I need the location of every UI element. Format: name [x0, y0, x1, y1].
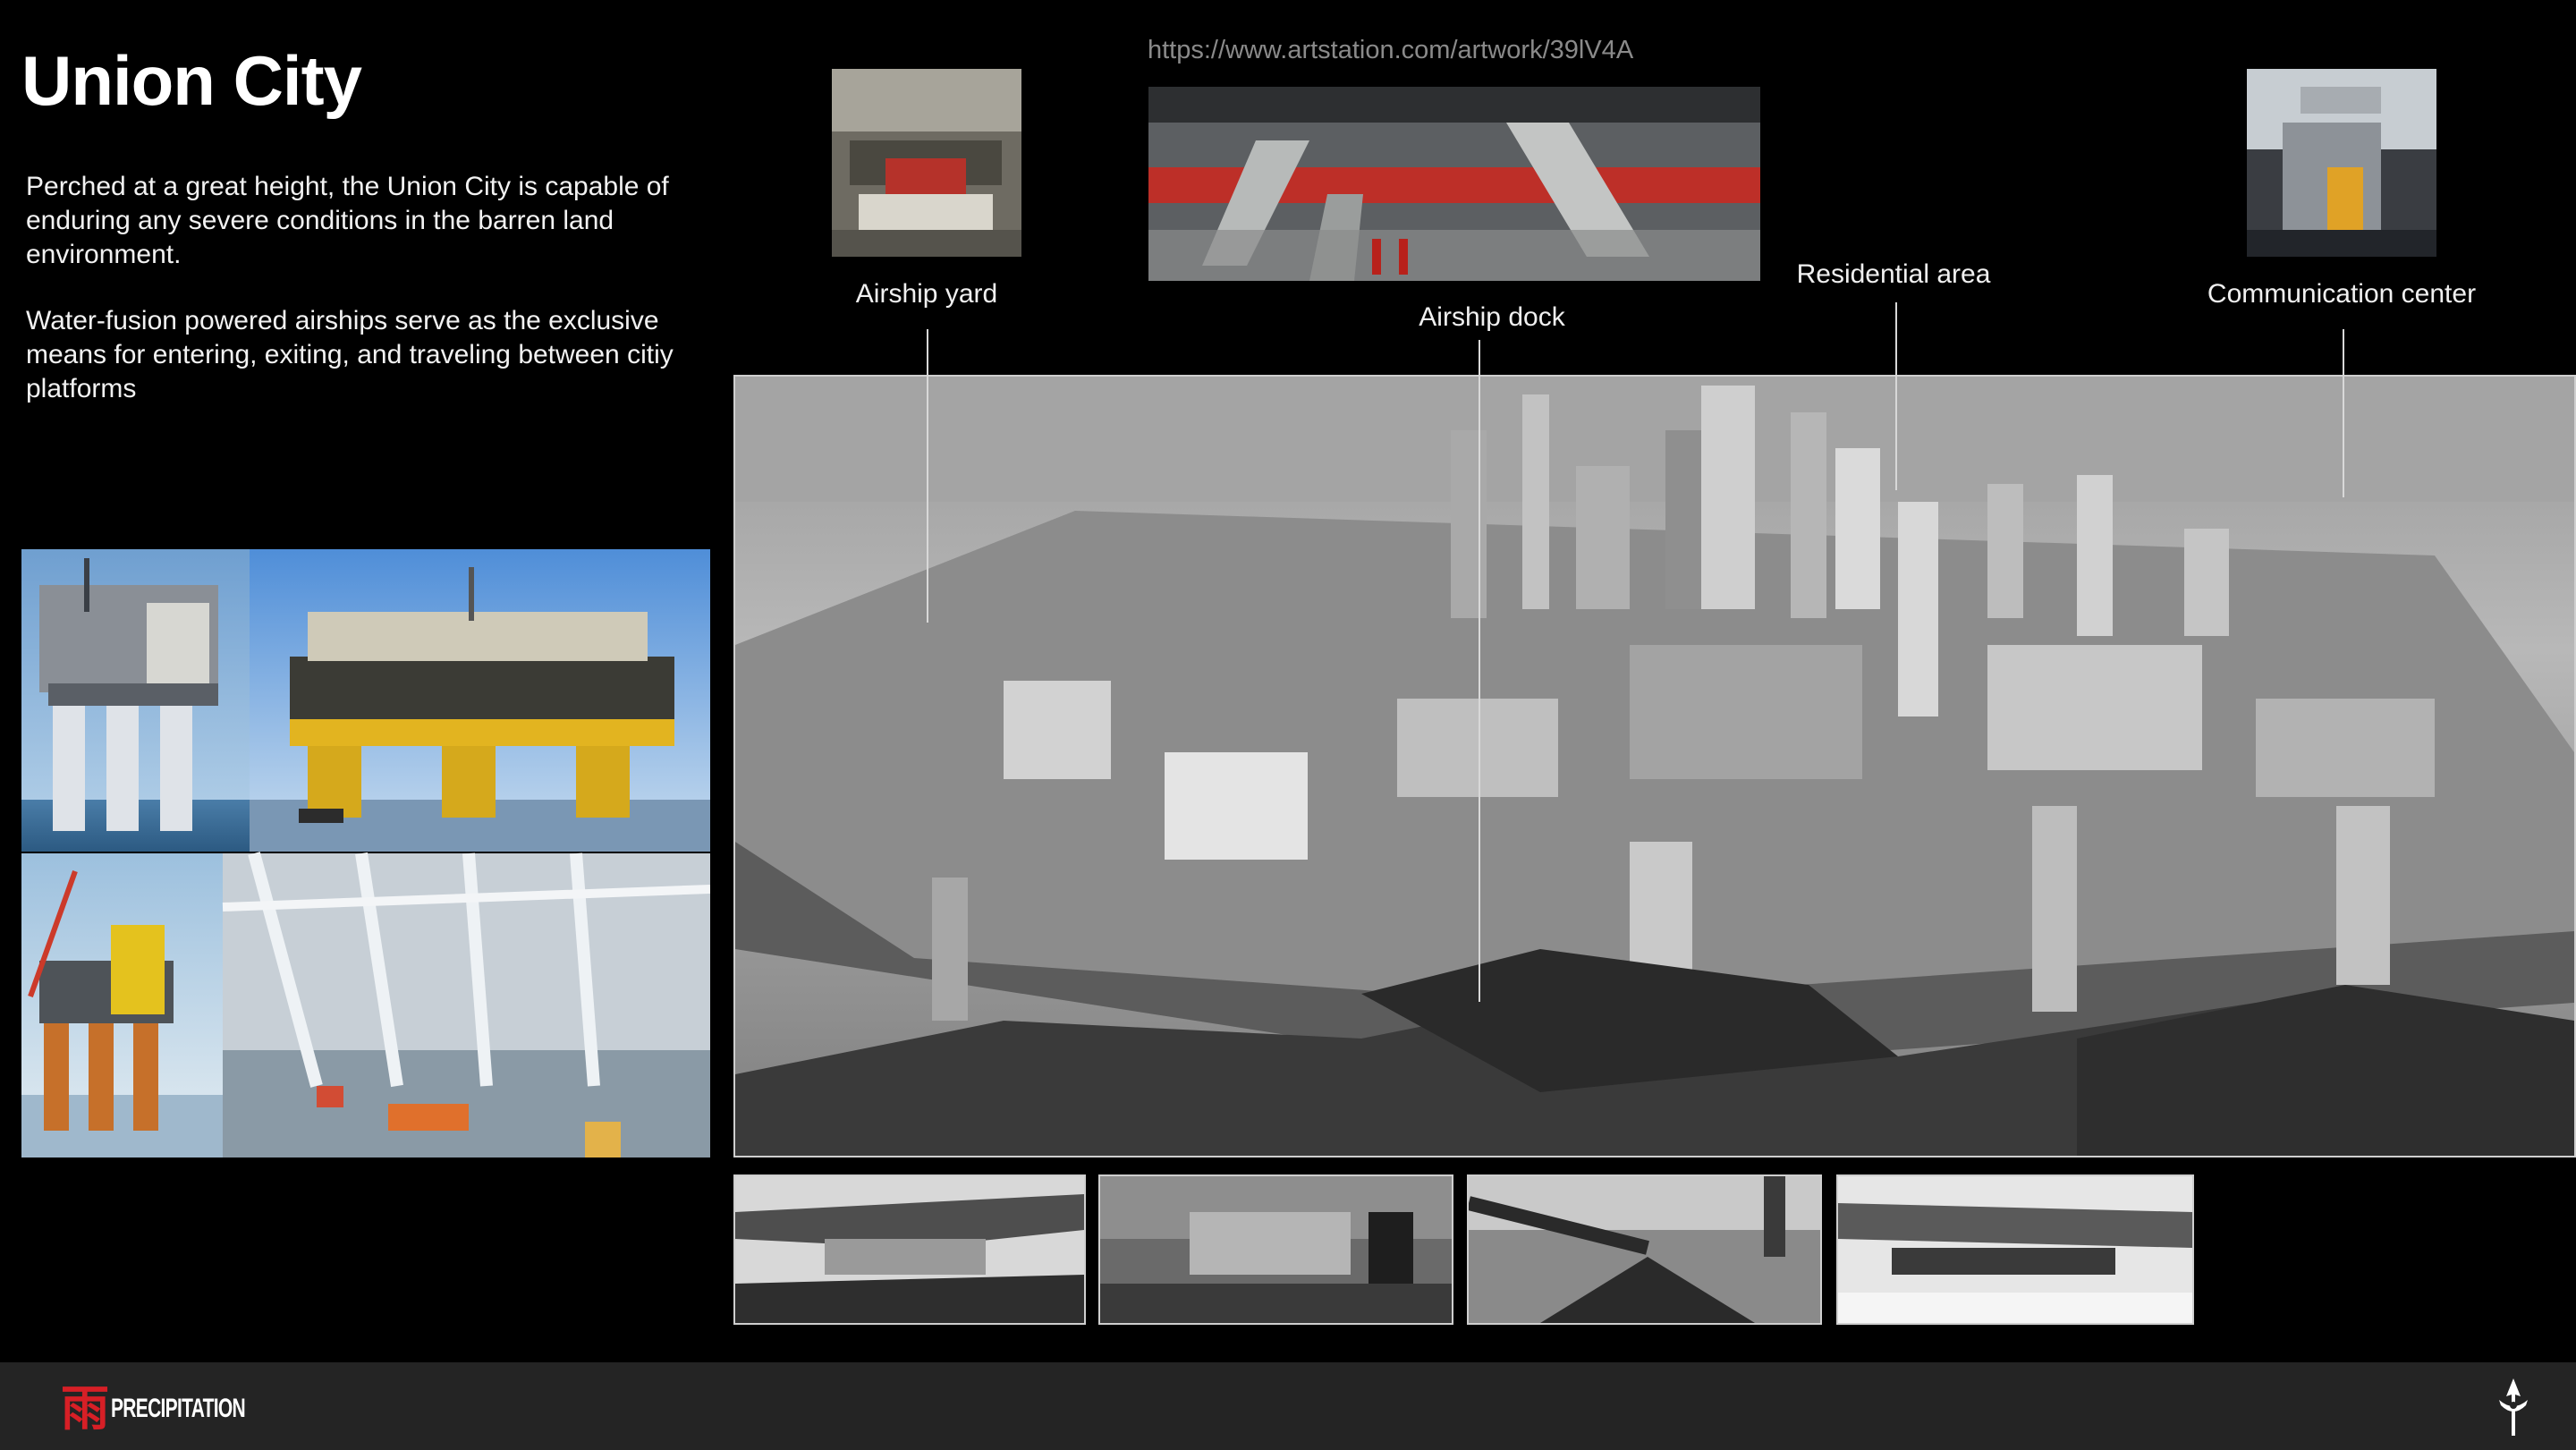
callout-label-airship-dock: Airship dock — [1419, 302, 1565, 332]
callout-label-communication-center: Communication center — [2207, 279, 2477, 309]
callout-line-communication-center — [2343, 329, 2344, 497]
port-crane-photo — [222, 852, 711, 1157]
platform-photo-3 — [21, 853, 223, 1157]
city-render-image — [735, 377, 2574, 1156]
communication-center-thumbnail — [2247, 69, 2436, 257]
platform-photo-2 — [250, 549, 710, 852]
precipitation-logo: 雨 PRECIPITATION — [61, 1382, 302, 1436]
source-url-link[interactable]: https://www.artstation.com/artwork/39lV4… — [1148, 36, 1633, 65]
precipitation-logo-text: PRECIPITATION — [111, 1394, 246, 1423]
callout-label-airship-yard: Airship yard — [855, 279, 998, 309]
reference-collage — [21, 549, 711, 1157]
airship-dock-thumbnail — [1148, 87, 1760, 281]
sketch-thumbnail-4 — [1836, 1174, 2194, 1325]
callout-line-residential-area — [1895, 302, 1897, 490]
precipitation-logo-glyph: 雨 — [61, 1380, 109, 1437]
sketch-thumbnail-1 — [733, 1174, 1086, 1325]
reference-photo-collage — [21, 549, 711, 1157]
sketch-thumbnail-2 — [1098, 1174, 1453, 1325]
sketch-thumbnail-3 — [1467, 1174, 1822, 1325]
description-paragraph-2: Water-fusion powered airships serve as t… — [26, 306, 674, 403]
callout-line-airship-dock — [1479, 340, 1480, 1002]
description-paragraph-1: Perched at a great height, the Union Cit… — [26, 172, 669, 269]
studio-emblem-icon — [2496, 1378, 2531, 1437]
airship-yard-thumbnail — [832, 69, 1021, 257]
callout-line-airship-yard — [927, 329, 928, 623]
union-city-main-render — [733, 375, 2576, 1157]
platform-photo-1 — [21, 549, 250, 852]
callout-label-residential-area: Residential area — [1796, 259, 1991, 289]
page-title: Union City — [21, 41, 362, 120]
footer-bar: 雨 PRECIPITATION — [0, 1362, 2576, 1450]
